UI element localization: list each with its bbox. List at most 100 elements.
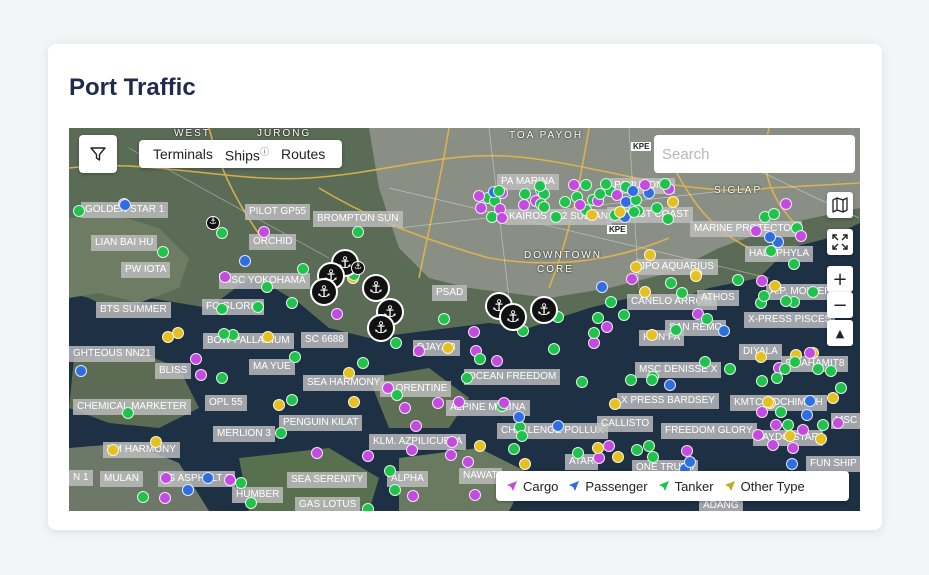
- zoom-out-button[interactable]: −: [827, 292, 853, 318]
- vessel-marker[interactable]: [700, 313, 713, 326]
- vessel-marker[interactable]: [223, 474, 236, 487]
- vessel-marker[interactable]: [803, 394, 816, 407]
- vessel-marker[interactable]: [551, 419, 564, 432]
- terminal-anchor-icon[interactable]: ⚓: [499, 303, 527, 331]
- vessel-marker[interactable]: [779, 294, 792, 307]
- vessel-marker[interactable]: [106, 443, 119, 456]
- vessel-label[interactable]: BOW PALLADIUM: [203, 333, 294, 349]
- vessel-label[interactable]: ORCHID: [249, 234, 297, 250]
- vessel-marker[interactable]: [646, 373, 659, 386]
- vessel-marker[interactable]: [461, 455, 474, 468]
- vessel-label[interactable]: MERLION 3: [213, 426, 275, 442]
- vessel-label[interactable]: GAS LOTUS: [295, 497, 361, 511]
- vessel-marker[interactable]: [816, 419, 829, 432]
- vessel-marker[interactable]: [519, 187, 532, 200]
- vessel-marker[interactable]: [517, 198, 530, 211]
- vessel-marker[interactable]: [826, 392, 839, 405]
- vessel-marker[interactable]: [628, 205, 641, 218]
- map-view[interactable]: WEST JURONG TOA PAYOH SIGLAP DOWNTOWN CORE KPE…: [69, 128, 860, 511]
- vessel-marker[interactable]: [121, 406, 134, 419]
- vessel-marker[interactable]: [238, 254, 251, 267]
- vessel-label[interactable]: HUMBER: [232, 487, 284, 503]
- vessel-marker[interactable]: [273, 398, 286, 411]
- vessel-marker[interactable]: [629, 261, 642, 274]
- vessel-marker[interactable]: [749, 224, 762, 237]
- vessel-marker[interactable]: [658, 178, 671, 191]
- vessel-marker[interactable]: [754, 351, 767, 364]
- vessel-label[interactable]: PA MARINA: [497, 174, 559, 190]
- vessel-marker[interactable]: [650, 201, 663, 214]
- vessel-marker[interactable]: [467, 326, 480, 339]
- tab-ships[interactable]: Shipsⓘ: [219, 145, 275, 164]
- vessel-label[interactable]: FUN SHIP: [806, 456, 860, 472]
- vessel-marker[interactable]: [362, 502, 375, 511]
- vessel-marker[interactable]: [444, 448, 457, 461]
- vessel-marker[interactable]: [751, 429, 764, 442]
- vessel-label[interactable]: BLISS: [155, 363, 192, 379]
- search-input[interactable]: [654, 135, 855, 173]
- vessel-marker[interactable]: [351, 225, 364, 238]
- vessel-marker[interactable]: [194, 368, 207, 381]
- terminal-anchor-icon[interactable]: ⚓: [310, 278, 338, 306]
- terminal-anchor-icon[interactable]: ⚓: [367, 314, 395, 342]
- vessel-marker[interactable]: [398, 401, 411, 414]
- vessel-label[interactable]: SEA SERENITY: [287, 472, 368, 488]
- vessel-marker[interactable]: [460, 372, 473, 385]
- vessel-label[interactable]: OPL 55: [205, 395, 247, 411]
- vessel-marker[interactable]: [432, 396, 445, 409]
- vessel-marker[interactable]: [638, 285, 651, 298]
- zoom-in-button[interactable]: +: [827, 266, 853, 292]
- fullscreen-button[interactable]: [827, 229, 853, 255]
- vessel-marker[interactable]: [160, 471, 173, 484]
- vessel-label[interactable]: PSAD: [432, 285, 468, 301]
- vessel-marker[interactable]: [390, 336, 403, 349]
- vessel-marker[interactable]: [800, 409, 813, 421]
- vessel-marker[interactable]: [675, 286, 688, 299]
- vessel-label[interactable]: PILOT GP55: [245, 204, 311, 220]
- vessel-marker[interactable]: [473, 439, 486, 452]
- vessel-marker[interactable]: [698, 355, 711, 368]
- vessel-marker[interactable]: [235, 477, 247, 490]
- vessel-marker[interactable]: [202, 471, 215, 484]
- vessel-marker[interactable]: [766, 439, 779, 452]
- vessel-marker[interactable]: [518, 458, 531, 471]
- vessel-marker[interactable]: [474, 202, 487, 214]
- vessel-label[interactable]: PENGUIN KILAT: [279, 415, 363, 431]
- vessel-label[interactable]: BTS SUMMER: [96, 302, 171, 318]
- vessel-marker[interactable]: [625, 373, 637, 386]
- vessel-marker[interactable]: [498, 396, 511, 409]
- vessel-label[interactable]: HALOPHYLA: [745, 246, 814, 262]
- vessel-marker[interactable]: [297, 262, 310, 275]
- vessel-label[interactable]: LIAN BAI HU: [91, 235, 158, 251]
- vessel-marker[interactable]: [75, 364, 88, 377]
- vessel-label[interactable]: BROMPTON SUN: [313, 211, 403, 227]
- vessel-marker[interactable]: [330, 307, 343, 320]
- vessel-marker[interactable]: [767, 208, 780, 221]
- filter-button[interactable]: [79, 135, 117, 173]
- vessel-label[interactable]: FREEDOM GLORY: [661, 423, 757, 439]
- vessel-label[interactable]: PW IOTA: [121, 262, 171, 278]
- vessel-marker[interactable]: [761, 396, 774, 409]
- vessel-marker[interactable]: [600, 320, 613, 333]
- vessel-marker[interactable]: [119, 198, 132, 211]
- tab-terminals[interactable]: Terminals: [139, 146, 219, 162]
- map-layers-button[interactable]: [827, 192, 853, 218]
- vessel-label[interactable]: ATHOS: [697, 290, 739, 306]
- vessel-label[interactable]: X PRESS BARDSEY: [617, 393, 719, 409]
- vessel-marker[interactable]: [803, 347, 816, 360]
- vessel-marker[interactable]: [723, 362, 736, 375]
- vessel-marker[interactable]: [718, 324, 731, 337]
- vessel-marker[interactable]: [831, 417, 844, 430]
- vessel-marker[interactable]: [643, 248, 656, 261]
- vessel-label[interactable]: MULAN: [100, 471, 144, 487]
- vessel-marker[interactable]: [592, 311, 605, 324]
- vessel-marker[interactable]: [215, 303, 228, 316]
- vessel-label[interactable]: CALLISTO: [597, 416, 654, 432]
- vessel-marker[interactable]: [150, 435, 163, 448]
- vessel-marker[interactable]: [626, 272, 639, 285]
- vessel-marker[interactable]: [437, 312, 450, 325]
- vessel-marker[interactable]: [407, 489, 420, 502]
- vessel-marker[interactable]: [591, 442, 604, 455]
- vessel-marker[interactable]: [579, 178, 592, 191]
- terminal-anchor-icon[interactable]: ⚓: [351, 261, 365, 275]
